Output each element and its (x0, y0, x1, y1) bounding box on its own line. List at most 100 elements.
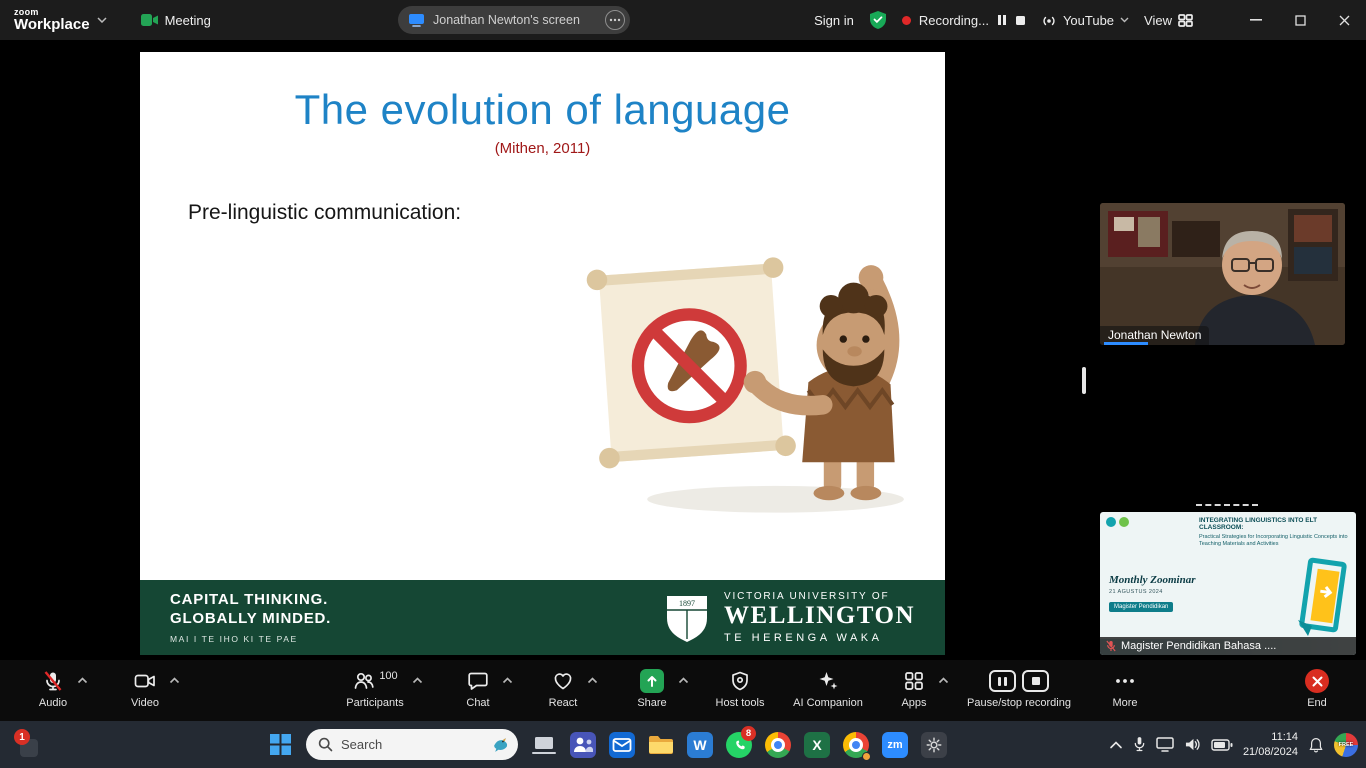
minimize-button[interactable] (1234, 0, 1278, 40)
share-button[interactable]: Share (615, 669, 689, 709)
youtube-live-button[interactable]: YouTube (1041, 13, 1129, 28)
chat-button[interactable]: Chat (443, 669, 513, 709)
react-options-chevron[interactable] (587, 677, 598, 684)
sign-in-button[interactable]: Sign in (814, 13, 854, 28)
tray-speaker-icon[interactable] (1184, 737, 1201, 752)
apps-grid-icon (902, 669, 926, 693)
shared-screen-pill[interactable]: Jonathan Newton's screen (398, 6, 630, 34)
muted-mic-icon (1106, 640, 1116, 652)
task-view-button[interactable] (526, 725, 562, 765)
chevron-down-icon (97, 17, 107, 23)
taskbar-notification-icon[interactable]: 1 (14, 729, 40, 759)
apps-button[interactable]: Apps (879, 669, 949, 709)
mic-muted-icon (41, 669, 65, 693)
end-call-icon (1305, 669, 1329, 693)
maximize-button[interactable] (1278, 0, 1322, 40)
clock-date: 21/08/2024 (1243, 745, 1298, 759)
audio-button[interactable]: Audio (18, 669, 88, 709)
word-icon[interactable]: W (682, 725, 718, 765)
video-options-chevron[interactable] (169, 677, 180, 684)
ai-companion-button[interactable]: AI Companion (781, 669, 875, 709)
zoom-app-icon[interactable]: zm (877, 725, 913, 765)
poster-tile-name-label: Magister Pendidikan Bahasa .... (1100, 637, 1356, 655)
recording-status-label: Recording... (919, 13, 989, 28)
search-icon (318, 737, 333, 752)
chrome-profile-icon[interactable] (838, 725, 874, 765)
poster-event-date: 21 AGUSTUS 2024 (1109, 589, 1196, 595)
tagline-maori: MAI I TE IHO KI TE PAE (170, 634, 331, 644)
outlook-icon[interactable] (604, 725, 640, 765)
notification-badge: 1 (14, 729, 30, 745)
webcam-feed (1100, 203, 1345, 345)
tray-notifications-icon[interactable] (1308, 736, 1324, 754)
chevron-down-icon (1120, 17, 1129, 23)
tab-meeting[interactable]: Meeting (141, 13, 211, 28)
more-button[interactable]: More (1090, 669, 1160, 709)
video-camera-icon (133, 669, 157, 693)
close-button[interactable] (1322, 0, 1366, 40)
poster-event-block: Monthly Zoominar 21 AGUSTUS 2024 Magiste… (1109, 574, 1196, 613)
whatsapp-badge: 8 (741, 726, 756, 741)
workplace-label: Workplace (14, 16, 90, 33)
university-line1: VICTORIA UNIVERSITY OF (724, 591, 915, 602)
panel-scrollbar[interactable] (1082, 367, 1086, 394)
tray-expand-chevron[interactable] (1109, 740, 1123, 749)
teams-icon[interactable] (565, 725, 601, 765)
poster-badge: Magister Pendidikan (1109, 602, 1173, 612)
taskbar-clock[interactable]: 11:14 21/08/2024 (1243, 730, 1298, 759)
sparkle-icon (816, 669, 840, 693)
tray-battery-icon[interactable] (1211, 739, 1233, 751)
record-controls: Pause/stop recording (948, 669, 1090, 709)
audio-options-chevron[interactable] (77, 677, 88, 684)
pill-options-button[interactable] (605, 10, 625, 30)
shared-slide: The evolution of language (Mithen, 2011)… (140, 52, 945, 655)
chrome-logo-icon (765, 732, 791, 758)
participants-button[interactable]: 100 Participants (327, 669, 423, 709)
chat-options-chevron[interactable] (502, 677, 513, 684)
stop-recording-button[interactable] (1015, 15, 1026, 26)
host-tools-button[interactable]: Host tools (700, 669, 780, 709)
view-button[interactable]: View (1144, 13, 1193, 28)
end-meeting-button[interactable]: End (1286, 669, 1348, 709)
taskbar-search[interactable]: Search (306, 729, 518, 760)
pause-recording-button[interactable] (997, 14, 1007, 26)
pause-recording-button[interactable] (989, 670, 1016, 692)
view-layout-icon (1178, 14, 1193, 27)
poster-video-tile[interactable]: INTEGRATING LINGUISTICS INTO ELT CLASSRO… (1100, 512, 1356, 655)
tray-mic-icon[interactable] (1133, 736, 1146, 753)
participant-video-tile[interactable]: Jonathan Newton (1100, 203, 1345, 345)
file-explorer-icon[interactable] (643, 725, 679, 765)
screen-share-icon (408, 13, 425, 27)
settings-icon[interactable] (916, 725, 952, 765)
tray-display-icon[interactable] (1156, 737, 1174, 752)
search-highlight-bird-icon (491, 736, 510, 753)
participants-count: 100 (379, 670, 397, 682)
whatsapp-icon[interactable]: 8 (721, 725, 757, 765)
university-line2: WELLINGTON (724, 602, 915, 630)
share-options-chevron[interactable] (678, 677, 689, 684)
encryption-shield-icon[interactable] (869, 10, 887, 30)
tagline-line1: CAPITAL THINKING. (170, 591, 331, 610)
windows-taskbar: 1 Search W (0, 721, 1366, 768)
university-crest-icon: 1897 (664, 592, 710, 644)
tray-app-icon[interactable]: FREE (1334, 733, 1358, 757)
caveman-illustration (570, 220, 940, 528)
live-stream-icon (1041, 14, 1057, 26)
search-label: Search (341, 737, 483, 752)
zoom-workplace-window: zoom Workplace Meeting Jonathan Newton's… (0, 0, 1366, 768)
video-button[interactable]: Video (110, 669, 180, 709)
stop-recording-button[interactable] (1022, 670, 1049, 692)
react-button[interactable]: React (528, 669, 598, 709)
gear-icon (921, 732, 947, 758)
workplace-menu[interactable]: zoom Workplace (0, 8, 107, 32)
windows-logo-icon (270, 734, 291, 755)
poster-event-title: Monthly Zoominar (1109, 574, 1196, 586)
task-view-icon (532, 735, 556, 755)
chrome-icon[interactable] (760, 725, 796, 765)
profile-badge (862, 752, 871, 761)
start-button[interactable] (262, 725, 298, 765)
excel-icon[interactable]: X (799, 725, 835, 765)
participants-options-chevron[interactable] (412, 677, 423, 684)
view-label: View (1144, 13, 1172, 28)
slide-footer-banner: CAPITAL THINKING. GLOBALLY MINDED. MAI I… (140, 580, 945, 655)
